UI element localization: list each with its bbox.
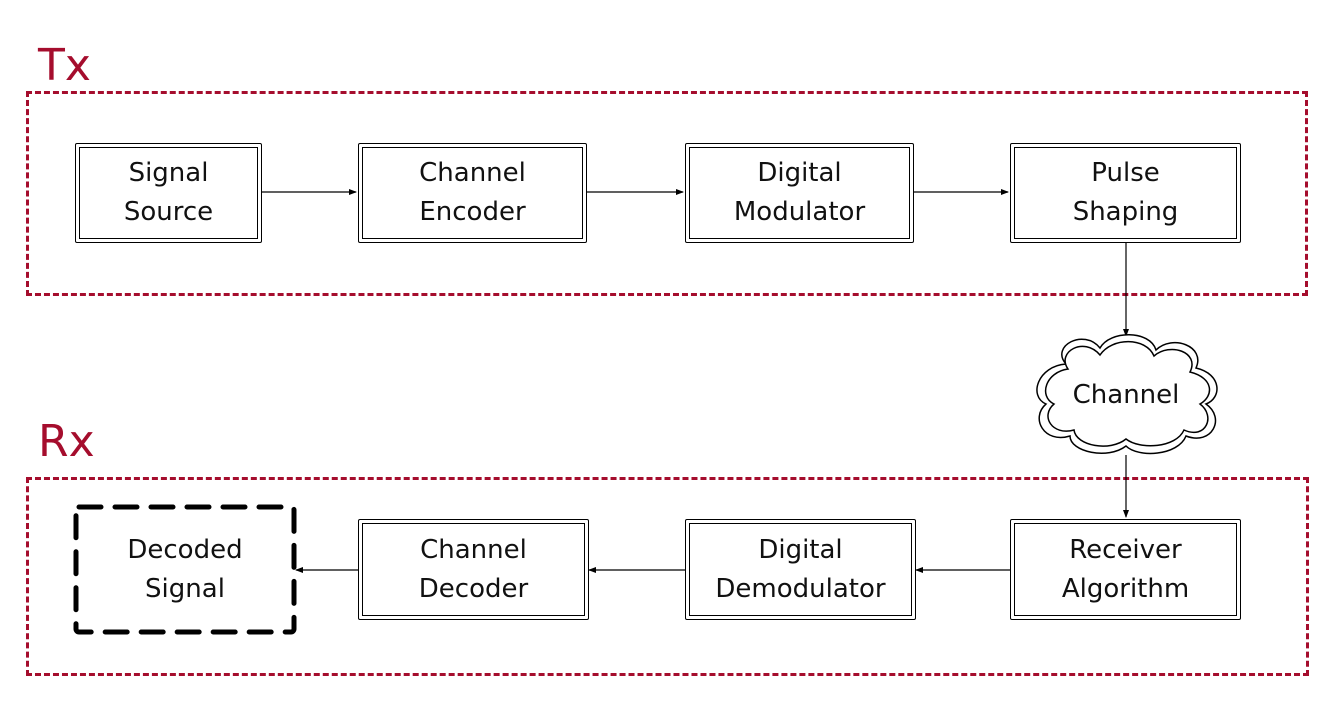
block-pulse-shaping[interactable]: Pulse Shaping: [1010, 143, 1241, 243]
block-signal-source[interactable]: Signal Source: [75, 143, 262, 243]
block-label: Channel Encoder: [362, 147, 583, 239]
block-label: Pulse Shaping: [1014, 147, 1237, 239]
block-label: Signal Source: [79, 147, 258, 239]
block-receiver-algorithm[interactable]: Receiver Algorithm: [1010, 519, 1241, 620]
block-label: Digital Modulator: [689, 147, 910, 239]
block-decoded-signal[interactable]: Decoded Signal: [76, 507, 294, 632]
block-label: Digital Demodulator: [689, 523, 912, 616]
block-label: Receiver Algorithm: [1014, 523, 1237, 616]
channel-label: Channel: [1072, 380, 1180, 410]
block-channel-encoder[interactable]: Channel Encoder: [358, 143, 587, 243]
block-digital-demodulator[interactable]: Digital Demodulator: [685, 519, 916, 620]
block-label: Channel Decoder: [362, 523, 585, 616]
block-channel-decoder[interactable]: Channel Decoder: [358, 519, 589, 620]
block-digital-modulator[interactable]: Digital Modulator: [685, 143, 914, 243]
